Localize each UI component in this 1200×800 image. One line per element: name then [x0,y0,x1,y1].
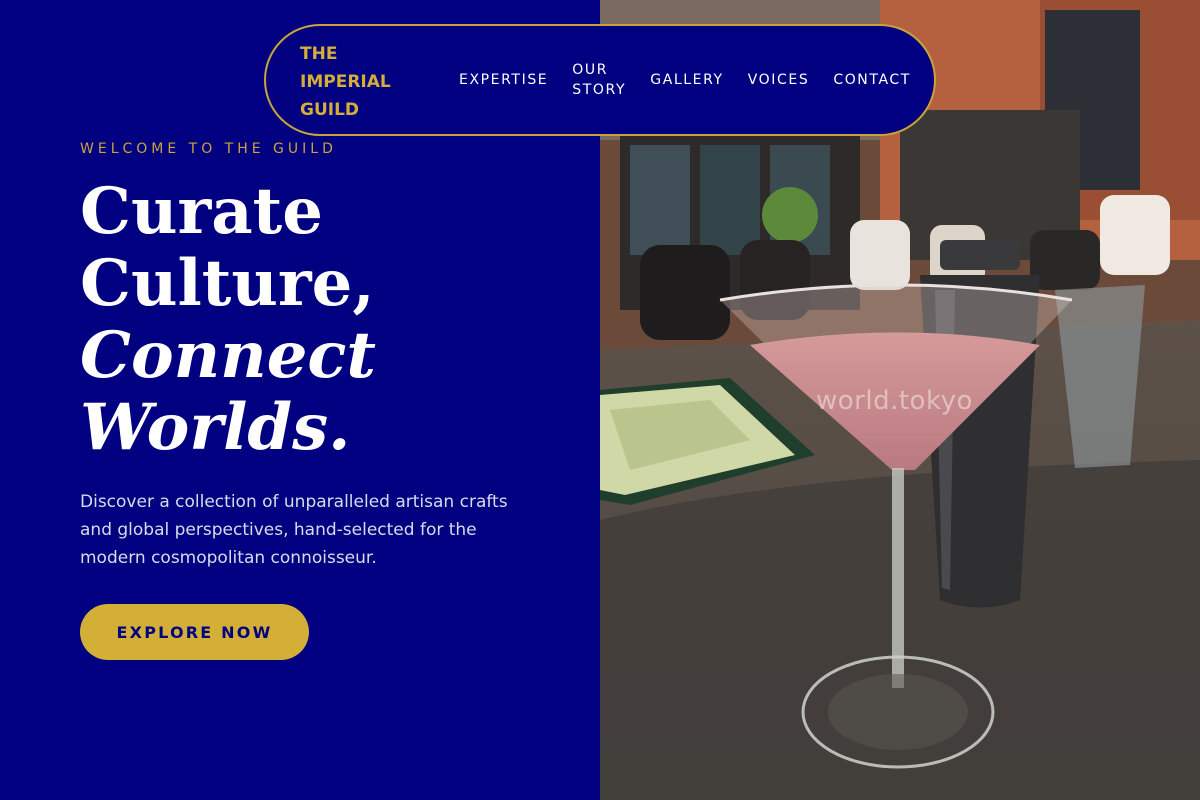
top-nav-bar: THE IMPERIAL GUILD EXPERTISE OUR STORY G… [264,24,936,136]
headline-line-2: Culture, [80,246,375,321]
nav-link-contact[interactable]: CONTACT [833,70,911,90]
hero-headline: Curate Culture, Connect Worlds. [80,176,560,464]
headline-line-4: Worlds. [80,390,351,465]
headline-line-1: Curate [80,174,323,249]
brand-name-line3: GUILD [300,100,360,120]
explore-now-button[interactable]: EXPLORE NOW [80,604,309,660]
photo-watermark: world.tokyo [816,386,973,416]
nav-link-our-story[interactable]: OUR STORY [572,60,626,100]
brand-name-line2: IMPERIAL [300,72,391,92]
nav-link-expertise[interactable]: EXPERTISE [459,70,548,90]
headline-line-3: Connect [80,318,376,393]
brand-logo[interactable]: THE IMPERIAL GUILD [300,40,420,124]
hero-description: Discover a collection of unparalleled ar… [80,492,508,568]
nav-link-gallery[interactable]: GALLERY [650,70,723,90]
brand-name-line1: THE [300,44,338,64]
nav-links: EXPERTISE OUR STORY GALLERY VOICES CONTA… [459,26,935,134]
nav-link-voices[interactable]: VOICES [748,70,810,90]
hero-kicker: WELCOME TO THE GUILD [80,141,337,157]
